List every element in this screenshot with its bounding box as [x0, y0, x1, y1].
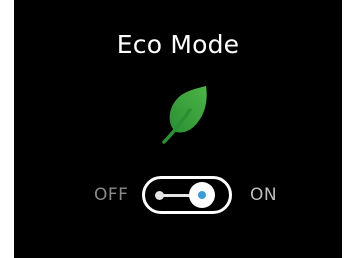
- leaf-icon: [160, 84, 210, 144]
- eco-mode-toggle-row: OFF ON: [14, 172, 342, 218]
- toggle-on-label: ON: [250, 185, 278, 205]
- eco-mode-panel: Eco Mode OFF ON: [14, 0, 342, 258]
- eco-mode-title: Eco Mode: [116, 30, 240, 59]
- toggle-knob-indicator: [198, 191, 206, 199]
- eco-mode-toggle-switch[interactable]: [142, 176, 232, 214]
- toggle-knob[interactable]: [189, 182, 215, 208]
- toggle-off-label: OFF: [94, 185, 129, 205]
